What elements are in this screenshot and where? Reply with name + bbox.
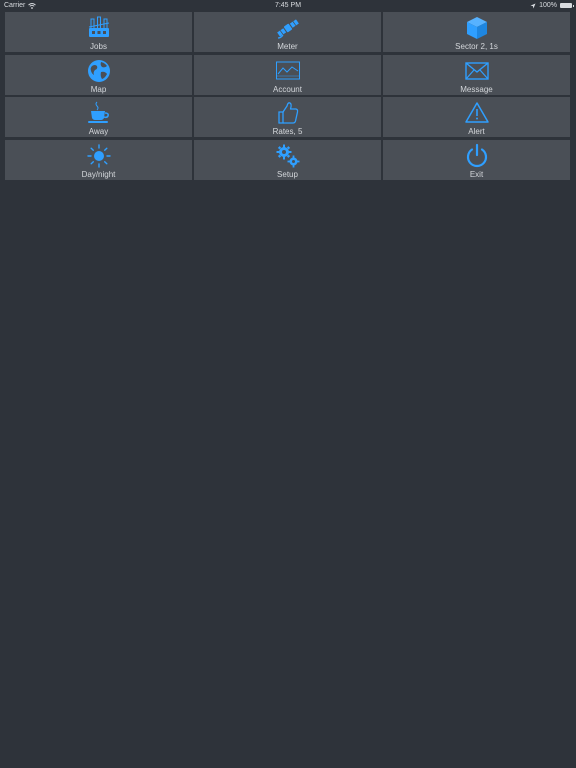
chart-icon [275,61,300,79]
setup-button[interactable]: Setup [194,139,381,180]
tile-label-message: Message [460,84,493,94]
tile-label-jobs: Jobs [90,42,107,51]
sun-icon [86,143,111,168]
exit-button[interactable]: Exit [383,139,570,180]
away-button[interactable]: Away [5,97,192,137]
warning-icon [464,102,489,123]
envelope-icon [464,61,489,80]
cube-icon [466,17,487,39]
jobs-icon [88,16,109,37]
satellite-icon [276,19,299,39]
meter-button[interactable]: Meter [194,12,381,52]
map-button[interactable]: Map [5,54,192,95]
tile-label-sector: Sector 2, 1s [455,42,498,51]
tile-label-rates: Rates, 5 [272,127,303,136]
status-bar-right: 100% [530,0,574,11]
tile-label-account: Account [273,84,302,94]
account-button[interactable]: Account [194,54,381,95]
alert-button[interactable]: Alert [383,97,570,137]
clock: 7:45 PM [274,2,302,9]
tile-label-away: Away [88,127,109,136]
tile-label-setup: Setup [277,169,298,179]
sector-button[interactable]: Sector 2, 1s [383,12,570,52]
tile-label-exit: Exit [469,169,484,179]
tile-label-meter: Meter [277,42,298,51]
tile-label-alert: Alert [468,127,485,136]
globe-icon [87,59,110,82]
coffee-cup-icon [87,101,109,123]
rates-button[interactable]: Rates, 5 [194,97,381,137]
dashboard-grid: Jobs Meter Sector 2, 1s Map Account Mess… [5,12,570,180]
day-night-button[interactable]: Day/night [5,139,192,180]
tile-label-map: Map [90,84,107,94]
location-arrow-icon [530,3,536,8]
battery-percent: 100% [539,2,557,9]
thumbs-up-icon [277,102,298,124]
power-icon [466,143,487,167]
jobs-button[interactable]: Jobs [5,12,192,52]
battery-icon [560,3,574,8]
battery-fill [561,4,571,7]
status-bar: Carrier 7:45 PM 100% [0,0,576,11]
message-button[interactable]: Message [383,54,570,95]
tile-label-day-night: Day/night [81,169,116,179]
gears-icon [276,144,299,167]
